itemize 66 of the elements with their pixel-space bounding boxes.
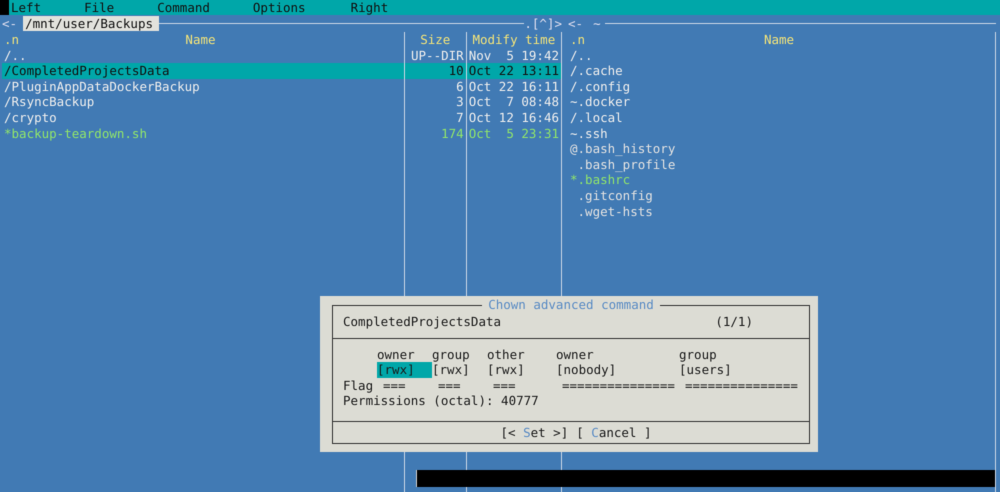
flag-marker: === bbox=[437, 378, 462, 394]
file-size: 6 bbox=[455, 78, 465, 94]
modified-time: Oct 22 16:11 bbox=[468, 78, 560, 94]
menu-item[interactable]: File bbox=[83, 0, 114, 16]
flag-marker: =============== bbox=[561, 378, 676, 394]
permission-field[interactable]: [nobody] bbox=[556, 362, 679, 378]
file-name[interactable]: .bash_profile bbox=[568, 156, 995, 172]
modified-time: Oct 7 08:48 bbox=[468, 94, 560, 110]
file-name[interactable]: /crypto bbox=[2, 110, 404, 126]
file-name[interactable]: /RsyncBackup bbox=[2, 94, 404, 110]
menu-item[interactable]: Right bbox=[350, 0, 388, 16]
dialog-title: Chown advanced command bbox=[482, 297, 660, 312]
panel-corner-controls[interactable]: .[^]> bbox=[524, 16, 562, 32]
permissions-value: 40777 bbox=[501, 393, 539, 408]
column-header[interactable]: Modify time bbox=[466, 32, 561, 48]
permission-field[interactable]: [users] bbox=[679, 362, 809, 378]
set-button[interactable]: [< Set >] bbox=[500, 424, 568, 440]
field-header: other bbox=[487, 346, 526, 362]
file-name[interactable]: ~.ssh bbox=[568, 126, 995, 142]
file-name[interactable]: *.bashrc bbox=[568, 172, 995, 188]
flag-marker: =============== bbox=[684, 378, 799, 394]
file-size: 7 bbox=[455, 110, 465, 126]
file-name[interactable]: .gitconfig bbox=[568, 188, 995, 204]
field-header: group bbox=[432, 346, 471, 362]
modified-time: Oct 12 16:46 bbox=[468, 110, 560, 126]
sort-indicator[interactable]: .n bbox=[570, 32, 586, 48]
file-size: UP--DIR bbox=[410, 48, 465, 64]
modified-time: Nov 5 19:42 bbox=[468, 48, 560, 64]
flag-marker: === bbox=[382, 378, 407, 394]
file-name[interactable]: @.bash_history bbox=[568, 141, 995, 157]
path-label: /mnt/user/Backups bbox=[23, 16, 159, 32]
cancel-button[interactable]: [ Cancel ] bbox=[576, 424, 652, 440]
sort-indicator[interactable]: .n bbox=[4, 32, 20, 48]
permission-field[interactable]: [rwx] bbox=[487, 362, 556, 378]
permissions-label: Permissions (octal): bbox=[343, 393, 494, 408]
file-name[interactable]: /.. bbox=[2, 48, 404, 64]
file-size: 10 bbox=[404, 63, 466, 79]
column-header[interactable]: Name bbox=[19, 32, 402, 48]
file-name[interactable]: /.cache bbox=[568, 63, 995, 79]
file-name[interactable]: .wget-hsts bbox=[568, 204, 995, 220]
column-header[interactable]: Name bbox=[585, 32, 993, 48]
file-name[interactable]: *backup-teardown.sh bbox=[2, 126, 404, 142]
field-header: owner bbox=[377, 346, 416, 362]
cursor-block bbox=[0, 0, 9, 15]
modified-time: Oct 22 13:11 bbox=[466, 63, 561, 79]
field-header: group bbox=[679, 346, 718, 362]
permission-field[interactable]: [rwx] bbox=[377, 362, 432, 378]
file-counter: (1/1) bbox=[715, 314, 753, 330]
column-header[interactable]: Size bbox=[404, 32, 466, 48]
file-name[interactable]: /CompletedProjectsData bbox=[2, 63, 404, 79]
file-name[interactable]: ~.docker bbox=[568, 94, 995, 110]
file-size: 3 bbox=[455, 94, 465, 110]
file-size: 174 bbox=[440, 126, 465, 142]
menu-item[interactable]: Left bbox=[10, 0, 42, 16]
file-name[interactable]: /.. bbox=[568, 48, 995, 64]
file-name[interactable]: /.local bbox=[568, 110, 995, 126]
menu-item[interactable]: Options bbox=[252, 0, 306, 16]
file-name[interactable]: /PluginAppDataDockerBackup bbox=[2, 78, 404, 94]
modified-time: Oct 5 23:31 bbox=[468, 126, 560, 142]
file-name: CompletedProjectsData bbox=[343, 314, 502, 330]
file-name[interactable]: /.config bbox=[568, 78, 995, 94]
permission-field[interactable]: [rwx] bbox=[432, 362, 487, 378]
field-header: owner bbox=[556, 346, 595, 362]
menu-item[interactable]: Command bbox=[156, 0, 210, 16]
flag-label: Flag bbox=[343, 378, 374, 394]
flag-marker: === bbox=[492, 378, 517, 394]
